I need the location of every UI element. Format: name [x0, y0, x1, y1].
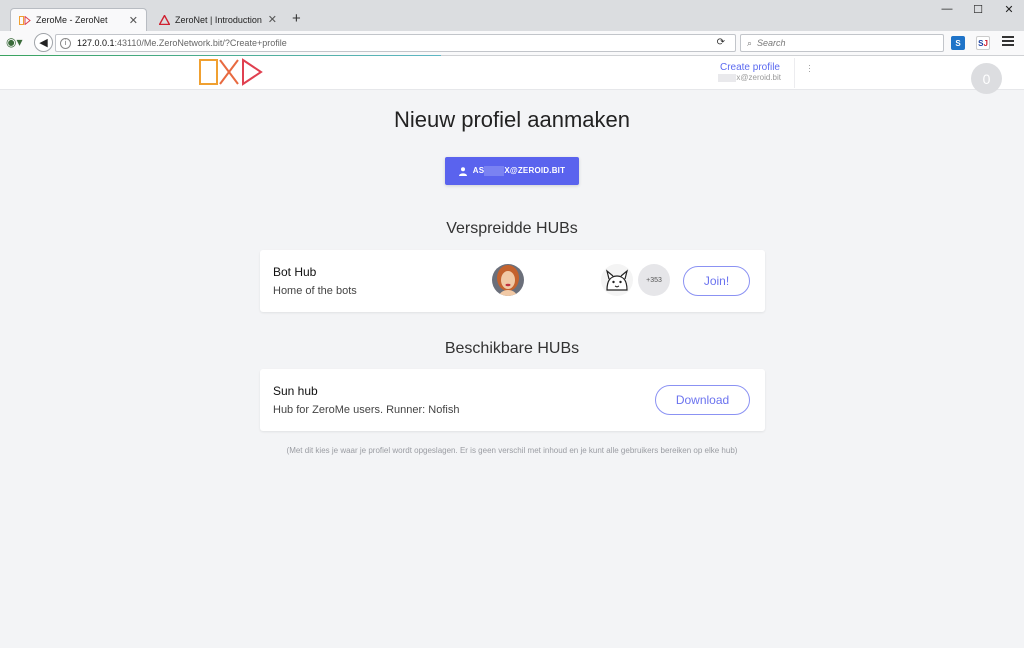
extra-users-count[interactable]: +353	[638, 264, 670, 296]
available-hubs-title: Beschikbare HUBs	[444, 340, 580, 357]
header-divider	[794, 58, 795, 88]
tab-zerome[interactable]: ZeroMe - ZeroNet ✕	[10, 8, 147, 31]
join-button[interactable]: Join!	[683, 266, 750, 296]
close-window-icon[interactable]: ✕	[994, 3, 1024, 16]
zerome-favicon	[19, 15, 31, 25]
tab-title: ZeroMe - ZeroNet	[36, 15, 108, 25]
more-options-icon[interactable]: · · ·	[808, 61, 811, 76]
tab-title: ZeroNet | Introduction & ...	[175, 14, 263, 25]
new-tab-button[interactable]: +	[292, 10, 301, 27]
hub-card-bot-hub: Bot Hub Home of the bots +353 Join!	[260, 250, 765, 312]
extension-sj-icon[interactable]: SJ	[976, 36, 990, 50]
info-icon[interactable]: i	[60, 37, 71, 49]
redacted-text	[718, 73, 737, 82]
tor-onion-icon[interactable]: ◉▾	[6, 35, 23, 49]
hub-name: Sun hub	[273, 384, 318, 398]
reload-icon[interactable]: ⟳	[717, 37, 725, 48]
select-user-button[interactable]: AS X@ZEROID.BIT	[445, 157, 579, 185]
create-profile-link[interactable]: Create profile	[720, 62, 780, 73]
page-title: Nieuw profiel aanmaken	[393, 107, 631, 132]
hub-description: Home of the bots	[273, 285, 357, 297]
search-icon: ⌕	[747, 37, 753, 48]
user-id-label: AS X@ZEROID.BIT	[472, 166, 566, 176]
minimize-icon[interactable]: —	[932, 3, 962, 15]
zeronet-favicon	[159, 14, 170, 25]
url-path: :43110/Me.ZeroNetwork.bit/?Create+profil…	[114, 38, 287, 48]
zerome-logo[interactable]	[199, 58, 263, 86]
hub-description: Hub for ZeroMe users. Runner: Nofish	[273, 404, 460, 416]
url-host: 127.0.0.1	[77, 38, 115, 48]
user-address: x@zeroid.bit	[718, 73, 781, 82]
tab-zeronet-intro[interactable]: ZeroNet | Introduction & ... ✕	[151, 8, 285, 31]
close-tab-icon[interactable]: ✕	[268, 13, 277, 26]
search-placeholder: Search	[757, 38, 786, 48]
hub-name: Bot Hub	[273, 265, 317, 279]
hamburger-menu-icon[interactable]	[1002, 36, 1014, 48]
user-avatar-cat[interactable]	[601, 264, 633, 296]
arrow-left-icon: ◀	[39, 37, 48, 49]
footnote: (Met dit kies je waar je profiel wordt o…	[286, 446, 738, 455]
user-avatar-photo[interactable]	[492, 264, 524, 296]
download-button[interactable]: Download	[655, 385, 750, 415]
maximize-icon[interactable]: ☐	[963, 3, 993, 16]
browser-navbar: ◉▾ ◀ i 127.0.0.1 :43110/Me.ZeroNetwork.b…	[0, 31, 1024, 56]
back-button[interactable]: ◀	[34, 33, 53, 52]
extension-s-icon[interactable]: S	[951, 36, 965, 50]
app-header: Create profile x@zeroid.bit · · ·	[0, 56, 1024, 90]
url-bar[interactable]: i 127.0.0.1 :43110/Me.ZeroNetwork.bit/?C…	[55, 34, 736, 52]
close-tab-icon[interactable]: ✕	[129, 14, 138, 27]
seeded-hubs-title: Verspreidde HUBs	[446, 220, 578, 237]
hub-card-sun-hub: Sun hub Hub for ZeroMe users. Runner: No…	[260, 369, 765, 431]
user-avatar[interactable]: 0	[971, 63, 1002, 94]
search-bar[interactable]: ⌕ Search	[740, 34, 944, 52]
browser-titlebar: ZeroMe - ZeroNet ✕ ZeroNet | Introductio…	[0, 0, 1024, 31]
redacted-text	[484, 166, 505, 176]
user-icon	[458, 166, 467, 176]
